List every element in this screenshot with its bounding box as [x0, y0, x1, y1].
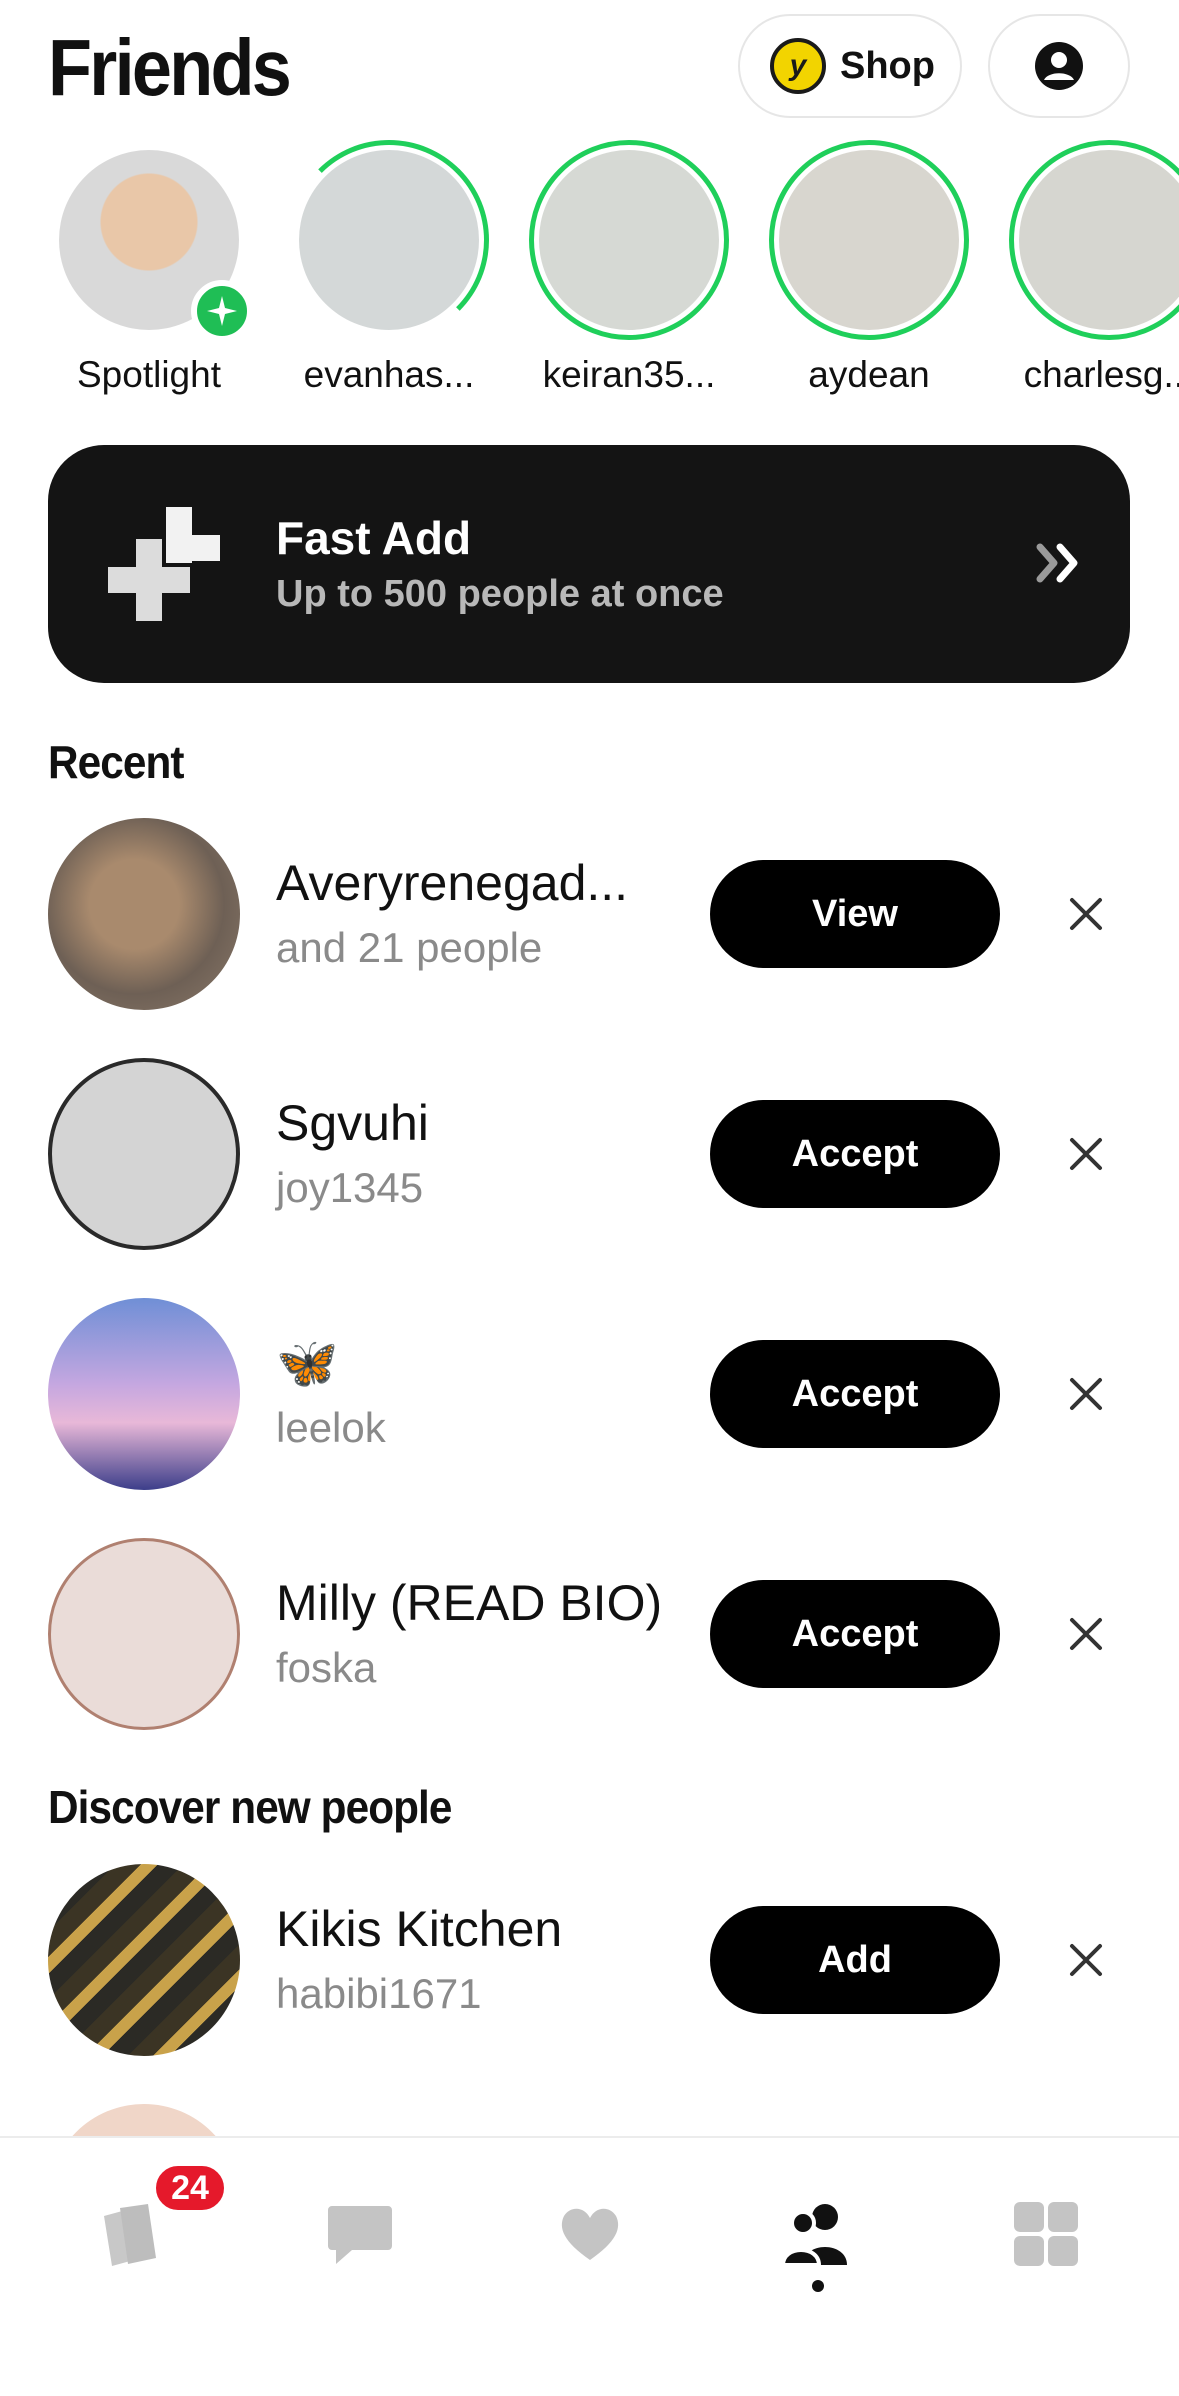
- row-subtitle: foska: [276, 1644, 377, 1691]
- recent-section-title: Recent: [48, 736, 185, 788]
- story-avatar: [299, 150, 479, 330]
- double-chevron-right-icon: [1036, 543, 1078, 583]
- story-avatar: [539, 150, 719, 330]
- avatar: [48, 1058, 240, 1250]
- add-button[interactable]: Add: [710, 1906, 1000, 2014]
- list-item[interactable]: Kikis Kitchen habibi1671 Add: [0, 1864, 1179, 2060]
- profile-button[interactable]: [988, 14, 1130, 118]
- tab-chat[interactable]: [310, 2184, 410, 2284]
- close-icon[interactable]: [1058, 1606, 1114, 1662]
- cards-icon: [104, 2204, 156, 2266]
- list-item[interactable]: Sgvuhi joy1345 Accept: [0, 1058, 1179, 1254]
- fast-add-title: Fast Add: [276, 512, 472, 564]
- story-spotlight[interactable]: Spotlight: [44, 140, 254, 396]
- page-title: Friends: [48, 23, 292, 112]
- chat-icon: [328, 2206, 392, 2264]
- tab-more[interactable]: [996, 2184, 1096, 2284]
- fast-add-card[interactable]: Fast Add Up to 500 people at once: [48, 445, 1130, 683]
- accept-button[interactable]: Accept: [710, 1340, 1000, 1448]
- row-name: Sgvuhi: [276, 1095, 429, 1151]
- list-item[interactable]: Averyrenegad... and 21 people View: [0, 818, 1179, 1014]
- close-icon[interactable]: [1058, 1932, 1114, 1988]
- story-avatar: [779, 150, 959, 330]
- story-name: evanhas...: [303, 354, 475, 395]
- avatar: [48, 1298, 240, 1490]
- accept-button[interactable]: Accept: [710, 1580, 1000, 1688]
- story-aydean[interactable]: aydean: [764, 140, 974, 396]
- story-keiran35[interactable]: keiran35...: [524, 140, 734, 396]
- heart-icon: [561, 2208, 619, 2260]
- accept-button[interactable]: Accept: [710, 1100, 1000, 1208]
- story-name: charlesg...: [1023, 354, 1179, 395]
- tab-friends[interactable]: [768, 2184, 868, 2284]
- story-name: Spotlight: [77, 354, 221, 395]
- spotlight-badge-icon: [191, 280, 253, 342]
- row-subtitle: habibi1671: [276, 1970, 482, 2017]
- header: Friends y Shop: [0, 0, 1179, 130]
- view-button[interactable]: View: [710, 860, 1000, 968]
- stories-row: Spotlight evanhas... keiran35... aydean …: [0, 140, 1179, 410]
- tab-likes[interactable]: [540, 2184, 640, 2284]
- fast-add-subtitle: Up to 500 people at once: [276, 573, 724, 615]
- row-subtitle: joy1345: [276, 1164, 424, 1211]
- story-avatar: [1019, 150, 1179, 330]
- story-evanhas[interactable]: evanhas...: [284, 140, 494, 396]
- shop-label: Shop: [840, 44, 935, 87]
- story-name: aydean: [808, 354, 930, 395]
- close-icon[interactable]: [1058, 1126, 1114, 1182]
- discover-section-title: Discover new people: [48, 1781, 452, 1833]
- notification-badge: 24: [152, 2162, 228, 2214]
- row-name: Averyrenegad...: [276, 855, 629, 911]
- row-name: 🦋: [276, 1335, 339, 1391]
- close-icon[interactable]: [1058, 1366, 1114, 1422]
- tab-bar: 24: [0, 2136, 1179, 2396]
- close-icon[interactable]: [1058, 886, 1114, 942]
- row-name: Milly (READ BIO): [276, 1575, 663, 1631]
- grid-icon: [1014, 2202, 1078, 2266]
- shop-coin-icon: y: [770, 38, 826, 94]
- story-charlesg[interactable]: charlesg...: [1004, 140, 1179, 396]
- shop-button[interactable]: y Shop: [738, 14, 962, 118]
- avatar: [48, 1864, 240, 2056]
- profile-icon: [1035, 42, 1083, 90]
- list-item[interactable]: Milly (READ BIO) foska Accept: [0, 1538, 1179, 1734]
- story-name: keiran35...: [542, 354, 716, 395]
- friends-icon: [780, 2204, 847, 2267]
- row-subtitle: and 21 people: [276, 924, 543, 971]
- active-tab-indicator: [812, 2280, 824, 2292]
- avatar: [48, 1538, 240, 1730]
- row-name: Kikis Kitchen: [276, 1901, 563, 1957]
- fast-add-icon: [104, 503, 224, 625]
- list-item[interactable]: 🦋 leelok Accept: [0, 1298, 1179, 1494]
- row-subtitle: leelok: [276, 1404, 386, 1451]
- avatar: [48, 818, 240, 1010]
